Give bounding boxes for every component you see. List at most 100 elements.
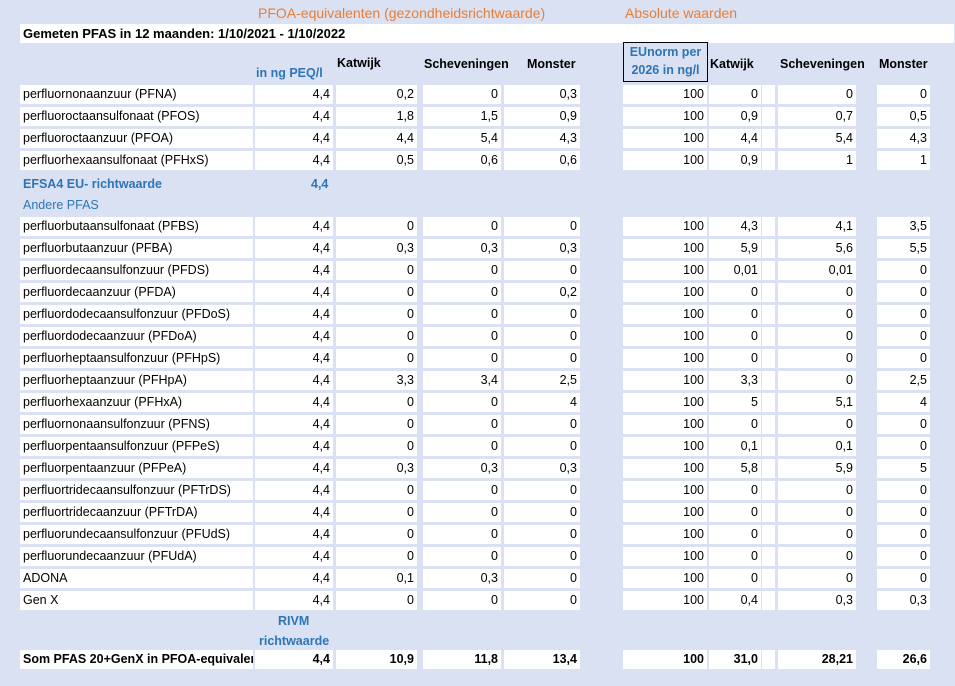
cell-name[interactable]: perfluordecaanzuur (PFDA) bbox=[20, 283, 253, 302]
cell-pfoa-monster[interactable]: 0 bbox=[504, 415, 580, 434]
cell-abs-scheveningen[interactable]: 0 bbox=[778, 547, 856, 566]
cell-abs-monster[interactable]: 0 bbox=[877, 569, 930, 588]
cell-pfoa-katwijk[interactable]: 0,1 bbox=[336, 569, 417, 588]
cell-pfoa-norm[interactable]: 4,4 bbox=[255, 415, 333, 434]
cell-abs-katwijk[interactable]: 0,01 bbox=[709, 261, 761, 280]
cell-abs-monster[interactable]: 3,5 bbox=[877, 217, 930, 236]
cell-pfoa-scheveningen[interactable]: 0 bbox=[423, 85, 501, 104]
cell-pfoa-norm[interactable]: 4,4 bbox=[255, 151, 333, 170]
cell-pfoa-katwijk[interactable]: 0,5 bbox=[336, 151, 417, 170]
cell-pfoa-monster[interactable]: 0 bbox=[504, 349, 580, 368]
cell-pfoa-norm[interactable]: 4,4 bbox=[255, 129, 333, 148]
cell-abs-scheveningen[interactable]: 0,7 bbox=[778, 107, 856, 126]
cell-abs-katwijk[interactable]: 5,9 bbox=[709, 239, 761, 258]
cell-pfoa-katwijk[interactable]: 0,2 bbox=[336, 85, 417, 104]
cell-pfoa-norm[interactable]: 4,4 bbox=[255, 393, 333, 412]
cell-pfoa-katwijk[interactable]: 0 bbox=[336, 217, 417, 236]
cell-abs-katwijk[interactable]: 0,4 bbox=[709, 591, 761, 610]
cell-pfoa-scheveningen[interactable]: 0 bbox=[423, 591, 501, 610]
cell-name[interactable]: ADONA bbox=[20, 569, 253, 588]
cell-pfoa-katwijk[interactable]: 0 bbox=[336, 591, 417, 610]
cell-pfoa-norm[interactable]: 4,4 bbox=[255, 437, 333, 456]
cell-pfoa-scheveningen[interactable]: 0 bbox=[423, 261, 501, 280]
col-scheveningen-abs[interactable]: Scheveningen bbox=[780, 57, 865, 71]
cell-abs-scheveningen[interactable]: 5,1 bbox=[778, 393, 856, 412]
cell-pfoa-monster[interactable]: 0 bbox=[504, 481, 580, 500]
col-monster-abs[interactable]: Monster bbox=[879, 57, 928, 71]
cell-abs-scheveningen[interactable]: 0,01 bbox=[778, 261, 856, 280]
cell-pfoa-katwijk[interactable]: 0 bbox=[336, 305, 417, 324]
cell-abs-scheveningen[interactable]: 5,9 bbox=[778, 459, 856, 478]
cell-abs-monster[interactable]: 0 bbox=[877, 547, 930, 566]
cell-abs-scheveningen[interactable]: 0 bbox=[778, 305, 856, 324]
cell-abs-monster[interactable]: 26,6 bbox=[877, 650, 930, 669]
rivm-label-1[interactable]: RIVM bbox=[278, 614, 309, 628]
cell-abs-monster[interactable]: 0,3 bbox=[877, 591, 930, 610]
cell-pfoa-katwijk[interactable]: 0 bbox=[336, 393, 417, 412]
cell-pfoa-scheveningen[interactable]: 0 bbox=[423, 503, 501, 522]
cell-eunorm[interactable]: 100 bbox=[623, 239, 707, 258]
cell-pfoa-norm[interactable]: 4,4 bbox=[255, 283, 333, 302]
cell-abs-katwijk[interactable]: 0,9 bbox=[709, 107, 761, 126]
cell-abs-katwijk[interactable]: 0 bbox=[709, 85, 761, 104]
cell-pfoa-norm[interactable]: 4,4 bbox=[255, 525, 333, 544]
cell-abs-scheveningen[interactable]: 1 bbox=[778, 151, 856, 170]
empty-cell[interactable] bbox=[762, 151, 775, 170]
cell-abs-scheveningen[interactable]: 28,21 bbox=[778, 650, 856, 669]
col-katwijk-abs[interactable]: Katwijk bbox=[710, 57, 754, 71]
cell-eunorm[interactable]: 100 bbox=[623, 349, 707, 368]
empty-cell[interactable] bbox=[762, 327, 775, 346]
col-monster-pfoa[interactable]: Monster bbox=[527, 57, 576, 71]
cell-pfoa-norm[interactable]: 4,4 bbox=[255, 239, 333, 258]
cell-pfoa-scheveningen[interactable]: 0,3 bbox=[423, 569, 501, 588]
cell-pfoa-katwijk[interactable]: 0,3 bbox=[336, 459, 417, 478]
cell-abs-katwijk[interactable]: 0 bbox=[709, 283, 761, 302]
empty-cell[interactable] bbox=[762, 261, 775, 280]
cell-pfoa-norm[interactable]: 4,4 bbox=[255, 305, 333, 324]
cell-pfoa-katwijk[interactable]: 0 bbox=[336, 283, 417, 302]
cell-eunorm[interactable]: 100 bbox=[623, 327, 707, 346]
cell-pfoa-norm[interactable]: 4,4 bbox=[255, 481, 333, 500]
efsa-value[interactable]: 4,4 bbox=[311, 177, 328, 191]
efsa-label[interactable]: EFSA4 EU- richtwaarde bbox=[23, 177, 162, 191]
cell-pfoa-scheveningen[interactable]: 0 bbox=[423, 327, 501, 346]
cell-eunorm[interactable]: 100 bbox=[623, 525, 707, 544]
cell-abs-monster[interactable]: 0 bbox=[877, 85, 930, 104]
cell-pfoa-norm[interactable]: 4,4 bbox=[255, 569, 333, 588]
cell-abs-scheveningen[interactable]: 0 bbox=[778, 525, 856, 544]
empty-cell[interactable] bbox=[762, 85, 775, 104]
cell-abs-scheveningen[interactable]: 0 bbox=[778, 327, 856, 346]
cell-name[interactable]: Gen X bbox=[20, 591, 253, 610]
cell-abs-monster[interactable]: 0 bbox=[877, 327, 930, 346]
cell-abs-katwijk[interactable]: 0 bbox=[709, 415, 761, 434]
col-katwijk-pfoa[interactable]: Katwijk bbox=[337, 56, 381, 70]
cell-pfoa-katwijk[interactable]: 0 bbox=[336, 261, 417, 280]
cell-abs-scheveningen[interactable]: 0 bbox=[778, 415, 856, 434]
cell-pfoa-norm[interactable]: 4,4 bbox=[255, 327, 333, 346]
cell-abs-katwijk[interactable]: 5 bbox=[709, 393, 761, 412]
cell-pfoa-monster[interactable]: 0 bbox=[504, 525, 580, 544]
cell-abs-monster[interactable]: 0 bbox=[877, 437, 930, 456]
cell-eunorm[interactable]: 100 bbox=[623, 129, 707, 148]
cell-eunorm[interactable]: 100 bbox=[623, 85, 707, 104]
cell-abs-katwijk[interactable]: 0 bbox=[709, 305, 761, 324]
cell-name[interactable]: perfluordecaansulfonzuur (PFDS) bbox=[20, 261, 253, 280]
empty-cell[interactable] bbox=[762, 217, 775, 236]
cell-pfoa-monster[interactable]: 0,6 bbox=[504, 151, 580, 170]
cell-pfoa-monster[interactable]: 0,3 bbox=[504, 239, 580, 258]
cell-abs-katwijk[interactable]: 0 bbox=[709, 547, 761, 566]
cell-pfoa-monster[interactable]: 2,5 bbox=[504, 371, 580, 390]
cell-abs-katwijk[interactable]: 0 bbox=[709, 569, 761, 588]
cell-abs-scheveningen[interactable]: 0,1 bbox=[778, 437, 856, 456]
cell-abs-katwijk[interactable]: 31,0 bbox=[709, 650, 761, 669]
cell-pfoa-norm[interactable]: 4,4 bbox=[255, 371, 333, 390]
cell-pfoa-monster[interactable]: 0 bbox=[504, 437, 580, 456]
cell-eunorm[interactable]: 100 bbox=[623, 650, 707, 669]
empty-cell[interactable] bbox=[762, 393, 775, 412]
cell-pfoa-katwijk[interactable]: 0 bbox=[336, 481, 417, 500]
cell-name[interactable]: perfluortridecaanzuur (PFTrDA) bbox=[20, 503, 253, 522]
cell-abs-monster[interactable]: 0 bbox=[877, 525, 930, 544]
empty-cell[interactable] bbox=[762, 371, 775, 390]
empty-cell[interactable] bbox=[762, 481, 775, 500]
cell-abs-scheveningen[interactable]: 0 bbox=[778, 503, 856, 522]
